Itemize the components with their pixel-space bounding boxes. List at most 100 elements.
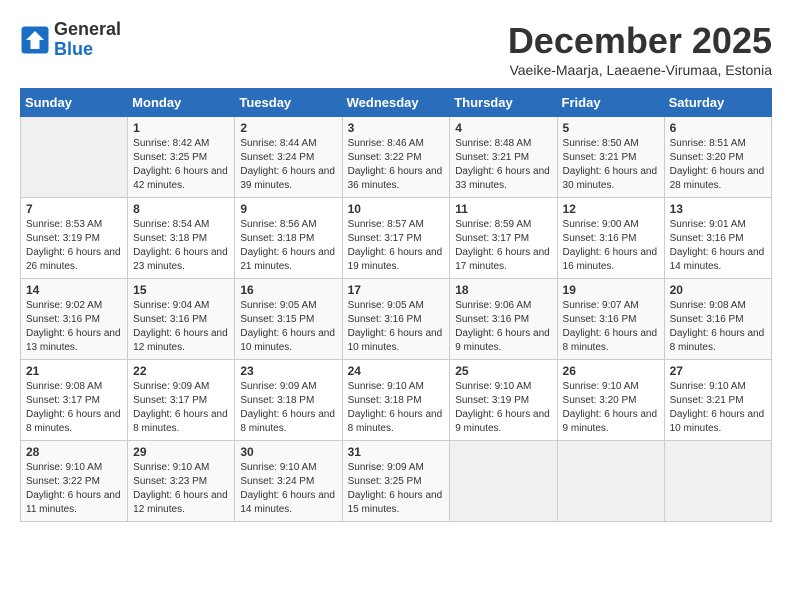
calendar-cell: 1 Sunrise: 8:42 AMSunset: 3:25 PMDaylight… bbox=[128, 117, 235, 198]
calendar-cell: 7 Sunrise: 8:53 AMSunset: 3:19 PMDaylight… bbox=[21, 198, 128, 279]
day-number: 28 bbox=[26, 445, 122, 459]
day-number: 7 bbox=[26, 202, 122, 216]
calendar-cell: 28 Sunrise: 9:10 AMSunset: 3:22 PMDayligh… bbox=[21, 441, 128, 522]
calendar-cell: 5 Sunrise: 8:50 AMSunset: 3:21 PMDaylight… bbox=[557, 117, 664, 198]
day-info: Sunrise: 9:10 AMSunset: 3:24 PMDaylight:… bbox=[240, 461, 336, 517]
day-number: 12 bbox=[563, 202, 659, 216]
day-info: Sunrise: 9:00 AMSunset: 3:16 PMDaylight:… bbox=[563, 218, 659, 274]
calendar-cell bbox=[557, 441, 664, 522]
calendar-cell: 21Sunrise: 9:08 AMSunset: 3:17 PMDayligh… bbox=[21, 360, 128, 441]
day-number: 1 bbox=[133, 121, 229, 135]
day-info: Sunrise: 9:07 AMSunset: 3:16 PMDaylight:… bbox=[563, 299, 659, 355]
day-number: 2 bbox=[240, 121, 336, 135]
day-info: Sunrise: 8:59 AMSunset: 3:17 PMDaylight:… bbox=[455, 218, 551, 274]
calendar-cell: 27 Sunrise: 9:10 AMSunset: 3:21 PMDayligh… bbox=[664, 360, 771, 441]
day-info: Sunrise: 8:48 AMSunset: 3:21 PMDaylight:… bbox=[455, 137, 551, 193]
subtitle: Vaeike-Maarja, Laeaene-Virumaa, Estonia bbox=[508, 62, 772, 78]
calendar-cell: 19 Sunrise: 9:07 AMSunset: 3:16 PMDayligh… bbox=[557, 279, 664, 360]
day-number: 3 bbox=[348, 121, 445, 135]
calendar-cell: 18Sunrise: 9:06 AMSunset: 3:16 PMDayligh… bbox=[450, 279, 557, 360]
day-info: Sunrise: 9:09 AMSunset: 3:18 PMDaylight:… bbox=[240, 380, 336, 436]
day-number: 29 bbox=[133, 445, 229, 459]
day-number: 31 bbox=[348, 445, 445, 459]
calendar-cell: 6 Sunrise: 8:51 AMSunset: 3:20 PMDaylight… bbox=[664, 117, 771, 198]
day-number: 18 bbox=[455, 283, 551, 297]
weekday-header-wednesday: Wednesday bbox=[342, 89, 450, 117]
day-info: Sunrise: 9:10 AMSunset: 3:19 PMDaylight:… bbox=[455, 380, 551, 436]
calendar-cell: 3 Sunrise: 8:46 AMSunset: 3:22 PMDaylight… bbox=[342, 117, 450, 198]
day-info: Sunrise: 9:02 AMSunset: 3:16 PMDaylight:… bbox=[26, 299, 122, 355]
day-info: Sunrise: 9:10 AMSunset: 3:21 PMDaylight:… bbox=[670, 380, 766, 436]
calendar-cell: 12 Sunrise: 9:00 AMSunset: 3:16 PMDayligh… bbox=[557, 198, 664, 279]
calendar-cell: 13Sunrise: 9:01 AMSunset: 3:16 PMDayligh… bbox=[664, 198, 771, 279]
day-info: Sunrise: 9:09 AMSunset: 3:25 PMDaylight:… bbox=[348, 461, 445, 517]
day-info: Sunrise: 9:10 AMSunset: 3:23 PMDaylight:… bbox=[133, 461, 229, 517]
day-info: Sunrise: 8:50 AMSunset: 3:21 PMDaylight:… bbox=[563, 137, 659, 193]
weekday-header-tuesday: Tuesday bbox=[235, 89, 342, 117]
day-number: 25 bbox=[455, 364, 551, 378]
day-number: 13 bbox=[670, 202, 766, 216]
weekday-header-friday: Friday bbox=[557, 89, 664, 117]
calendar-table: SundayMondayTuesdayWednesdayThursdayFrid… bbox=[20, 88, 772, 522]
day-number: 9 bbox=[240, 202, 336, 216]
calendar-cell: 24 Sunrise: 9:10 AMSunset: 3:18 PMDayligh… bbox=[342, 360, 450, 441]
day-number: 8 bbox=[133, 202, 229, 216]
day-number: 6 bbox=[670, 121, 766, 135]
calendar-cell: 8 Sunrise: 8:54 AMSunset: 3:18 PMDaylight… bbox=[128, 198, 235, 279]
day-info: Sunrise: 9:05 AMSunset: 3:16 PMDaylight:… bbox=[348, 299, 445, 355]
day-info: Sunrise: 8:56 AMSunset: 3:18 PMDaylight:… bbox=[240, 218, 336, 274]
logo-line1: General bbox=[54, 20, 121, 40]
day-info: Sunrise: 8:53 AMSunset: 3:19 PMDaylight:… bbox=[26, 218, 122, 274]
logo: General Blue bbox=[20, 20, 121, 60]
day-info: Sunrise: 8:51 AMSunset: 3:20 PMDaylight:… bbox=[670, 137, 766, 193]
calendar-cell: 26Sunrise: 9:10 AMSunset: 3:20 PMDayligh… bbox=[557, 360, 664, 441]
day-number: 30 bbox=[240, 445, 336, 459]
day-info: Sunrise: 9:08 AMSunset: 3:17 PMDaylight:… bbox=[26, 380, 122, 436]
calendar-cell bbox=[450, 441, 557, 522]
day-info: Sunrise: 8:42 AMSunset: 3:25 PMDaylight:… bbox=[133, 137, 229, 193]
day-info: Sunrise: 8:46 AMSunset: 3:22 PMDaylight:… bbox=[348, 137, 445, 193]
day-info: Sunrise: 9:09 AMSunset: 3:17 PMDaylight:… bbox=[133, 380, 229, 436]
calendar-cell: 31 Sunrise: 9:09 AMSunset: 3:25 PMDayligh… bbox=[342, 441, 450, 522]
calendar-cell: 25 Sunrise: 9:10 AMSunset: 3:19 PMDayligh… bbox=[450, 360, 557, 441]
day-number: 14 bbox=[26, 283, 122, 297]
calendar-cell bbox=[21, 117, 128, 198]
weekday-header-monday: Monday bbox=[128, 89, 235, 117]
calendar-cell: 29 Sunrise: 9:10 AMSunset: 3:23 PMDayligh… bbox=[128, 441, 235, 522]
logo-line2: Blue bbox=[54, 40, 121, 60]
day-number: 27 bbox=[670, 364, 766, 378]
day-info: Sunrise: 9:10 AMSunset: 3:18 PMDaylight:… bbox=[348, 380, 445, 436]
day-number: 19 bbox=[563, 283, 659, 297]
day-number: 11 bbox=[455, 202, 551, 216]
day-number: 17 bbox=[348, 283, 445, 297]
calendar-cell: 17 Sunrise: 9:05 AMSunset: 3:16 PMDayligh… bbox=[342, 279, 450, 360]
day-info: Sunrise: 9:10 AMSunset: 3:22 PMDaylight:… bbox=[26, 461, 122, 517]
weekday-header-thursday: Thursday bbox=[450, 89, 557, 117]
calendar-cell: 22 Sunrise: 9:09 AMSunset: 3:17 PMDayligh… bbox=[128, 360, 235, 441]
day-info: Sunrise: 9:04 AMSunset: 3:16 PMDaylight:… bbox=[133, 299, 229, 355]
day-number: 10 bbox=[348, 202, 445, 216]
day-info: Sunrise: 8:57 AMSunset: 3:17 PMDaylight:… bbox=[348, 218, 445, 274]
logo-icon bbox=[20, 25, 50, 55]
day-number: 16 bbox=[240, 283, 336, 297]
calendar-cell: 4 Sunrise: 8:48 AMSunset: 3:21 PMDaylight… bbox=[450, 117, 557, 198]
calendar-cell: 23 Sunrise: 9:09 AMSunset: 3:18 PMDayligh… bbox=[235, 360, 342, 441]
day-info: Sunrise: 9:08 AMSunset: 3:16 PMDaylight:… bbox=[670, 299, 766, 355]
day-info: Sunrise: 8:44 AMSunset: 3:24 PMDaylight:… bbox=[240, 137, 336, 193]
day-number: 4 bbox=[455, 121, 551, 135]
calendar-cell: 16 Sunrise: 9:05 AMSunset: 3:15 PMDayligh… bbox=[235, 279, 342, 360]
day-number: 22 bbox=[133, 364, 229, 378]
day-number: 20 bbox=[670, 283, 766, 297]
month-title: December 2025 bbox=[508, 20, 772, 62]
day-number: 5 bbox=[563, 121, 659, 135]
weekday-header-sunday: Sunday bbox=[21, 89, 128, 117]
calendar-cell: 14 Sunrise: 9:02 AMSunset: 3:16 PMDayligh… bbox=[21, 279, 128, 360]
day-number: 15 bbox=[133, 283, 229, 297]
calendar-cell: 10 Sunrise: 8:57 AMSunset: 3:17 PMDayligh… bbox=[342, 198, 450, 279]
day-number: 24 bbox=[348, 364, 445, 378]
day-info: Sunrise: 9:05 AMSunset: 3:15 PMDaylight:… bbox=[240, 299, 336, 355]
calendar-cell: 9 Sunrise: 8:56 AMSunset: 3:18 PMDaylight… bbox=[235, 198, 342, 279]
day-info: Sunrise: 8:54 AMSunset: 3:18 PMDaylight:… bbox=[133, 218, 229, 274]
day-number: 23 bbox=[240, 364, 336, 378]
calendar-cell: 2 Sunrise: 8:44 AMSunset: 3:24 PMDaylight… bbox=[235, 117, 342, 198]
